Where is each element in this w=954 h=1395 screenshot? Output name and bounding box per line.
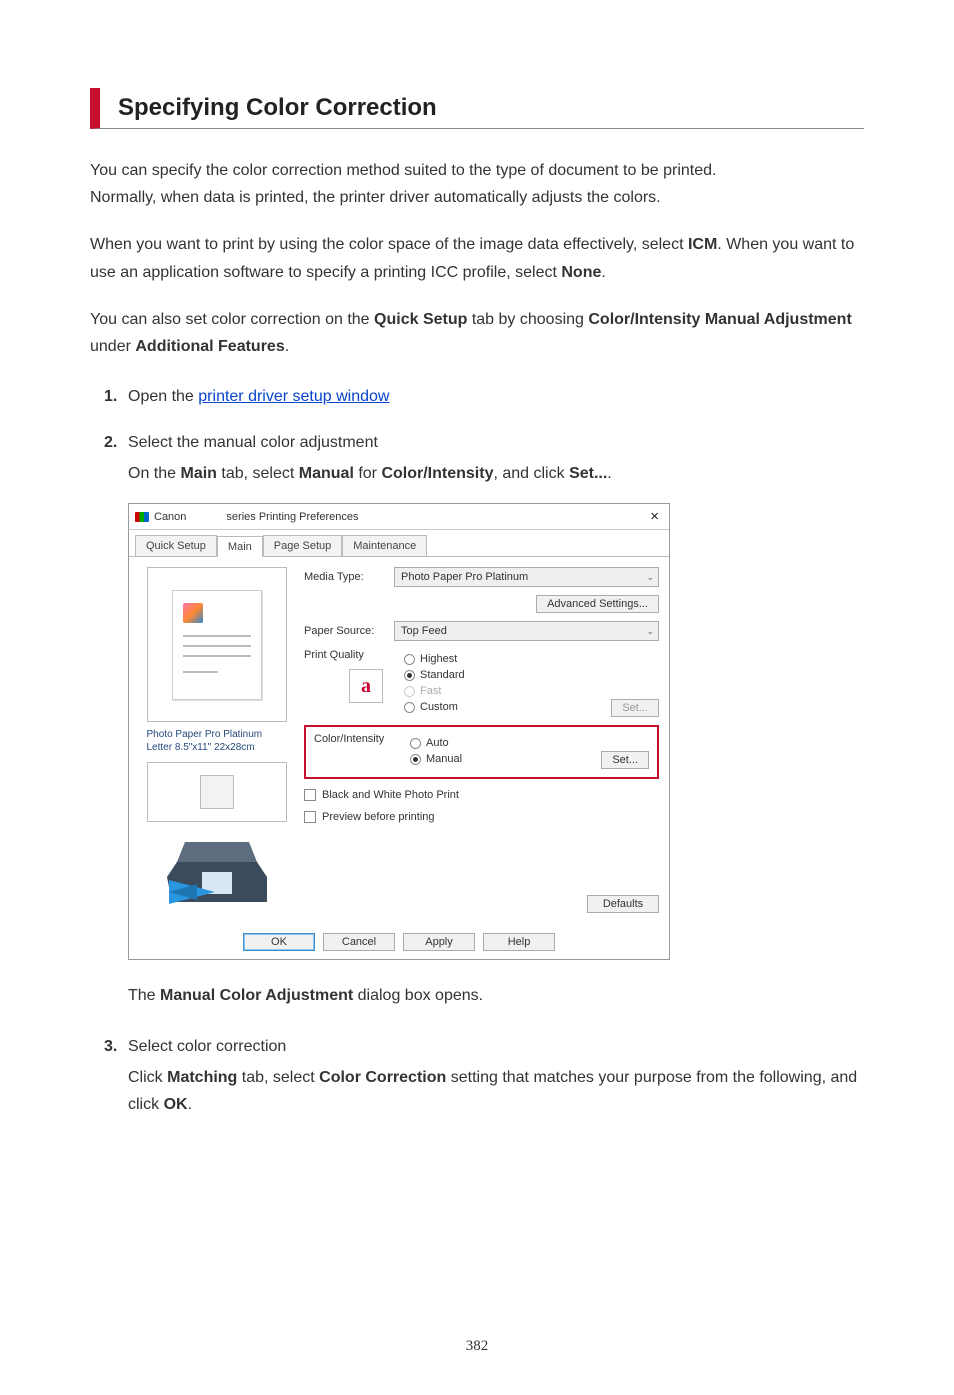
step-3: 3. Select color correction xyxy=(90,1038,864,1056)
dialog-left-column: Photo Paper Pro Platinum Letter 8.5"x11"… xyxy=(139,567,294,917)
advanced-settings-button[interactable]: Advanced Settings... xyxy=(536,595,659,613)
quality-fast-radio: Fast xyxy=(404,685,601,697)
preview-before-printing-checkbox[interactable]: Preview before printing xyxy=(304,811,659,823)
tab-main[interactable]: Main xyxy=(217,536,263,557)
quality-glyph: a xyxy=(349,669,383,703)
apply-button[interactable]: Apply xyxy=(403,933,475,951)
intro-line1: You can specify the color correction met… xyxy=(90,162,716,179)
paper-source-label: Paper Source: xyxy=(304,625,394,637)
step-2-body: On the Main tab, select Manual for Color… xyxy=(90,460,864,487)
cancel-button[interactable]: Cancel xyxy=(323,933,395,951)
tab-quick-setup[interactable]: Quick Setup xyxy=(135,535,217,556)
print-quality-legend: Print Quality xyxy=(304,649,394,661)
paper-source-select[interactable]: Top Feed ⌄ xyxy=(394,621,659,641)
printing-preferences-dialog: Canon series Printing Preferences × Quic… xyxy=(128,503,670,960)
bw-photo-checkbox[interactable]: Black and White Photo Print xyxy=(304,789,659,801)
step-3-number: 3. xyxy=(104,1038,128,1056)
dialog-title-pre: Canon xyxy=(154,511,186,523)
quality-custom-radio[interactable]: Custom xyxy=(404,701,601,713)
media-type-row: Media Type: Photo Paper Pro Platinum ⌄ xyxy=(304,567,659,587)
chevron-down-icon: ⌄ xyxy=(646,626,654,637)
tab-maintenance[interactable]: Maintenance xyxy=(342,535,427,556)
dialog-right-column: Media Type: Photo Paper Pro Platinum ⌄ A… xyxy=(304,567,659,917)
color-intensity-legend: Color/Intensity xyxy=(314,733,400,745)
page-number: 382 xyxy=(90,1338,864,1355)
step-2: 2. Select the manual color adjustment xyxy=(90,434,864,452)
page-title-block: Specifying Color Correction xyxy=(90,88,864,129)
ci-auto-radio[interactable]: Auto xyxy=(410,737,520,749)
step-2-title: Select the manual color adjustment xyxy=(128,434,378,452)
media-type-label: Media Type: xyxy=(304,571,394,583)
color-intensity-thumb xyxy=(147,762,287,822)
ci-manual-radio[interactable]: Manual xyxy=(410,753,520,765)
printer-icon xyxy=(157,832,277,912)
printer-driver-link[interactable]: printer driver setup window xyxy=(198,388,389,405)
icm-paragraph: When you want to print by using the colo… xyxy=(90,231,864,285)
quality-set-button: Set... xyxy=(611,699,659,717)
dialog-title-post: series Printing Preferences xyxy=(226,511,358,523)
dialog-body: Photo Paper Pro Platinum Letter 8.5"x11"… xyxy=(129,557,669,925)
quicksetup-paragraph: You can also set color correction on the… xyxy=(90,306,864,360)
tab-page-setup[interactable]: Page Setup xyxy=(263,535,343,556)
step-1-title: Open the printer driver setup window xyxy=(128,388,389,406)
quality-standard-radio[interactable]: Standard xyxy=(404,669,601,681)
dialog-footer: OK Cancel Apply Help xyxy=(129,925,669,959)
media-type-select[interactable]: Photo Paper Pro Platinum ⌄ xyxy=(394,567,659,587)
tabstrip: Quick Setup Main Page Setup Maintenance xyxy=(129,530,669,557)
ok-button[interactable]: OK xyxy=(243,933,315,951)
close-icon[interactable]: × xyxy=(646,509,663,524)
preview-caption: Photo Paper Pro Platinum Letter 8.5"x11"… xyxy=(147,728,287,754)
print-quality-group: Print Quality a Highest Standard Fast Cu… xyxy=(304,649,659,717)
page-preview xyxy=(147,567,287,722)
app-icon xyxy=(135,512,149,522)
help-button[interactable]: Help xyxy=(483,933,555,951)
intro-line2: Normally, when data is printed, the prin… xyxy=(90,189,661,206)
step-2-note: The Manual Color Adjustment dialog box o… xyxy=(90,982,864,1009)
dialog-titlebar: Canon series Printing Preferences × xyxy=(129,504,669,530)
defaults-button[interactable]: Defaults xyxy=(587,895,659,913)
quality-highest-radio[interactable]: Highest xyxy=(404,653,601,665)
step-1: 1. Open the printer driver setup window xyxy=(90,388,864,406)
intro-paragraph: You can specify the color correction met… xyxy=(90,157,864,211)
paper-source-row: Paper Source: Top Feed ⌄ xyxy=(304,621,659,641)
step-1-number: 1. xyxy=(104,388,128,406)
color-intensity-group: Color/Intensity Auto Manual Set... xyxy=(304,725,659,779)
step-3-body: Click Matching tab, select Color Correct… xyxy=(90,1064,864,1118)
step-3-title: Select color correction xyxy=(128,1038,286,1056)
ci-set-button[interactable]: Set... xyxy=(601,751,649,769)
chevron-down-icon: ⌄ xyxy=(646,572,654,583)
step-2-number: 2. xyxy=(104,434,128,452)
page-title: Specifying Color Correction xyxy=(118,94,864,122)
